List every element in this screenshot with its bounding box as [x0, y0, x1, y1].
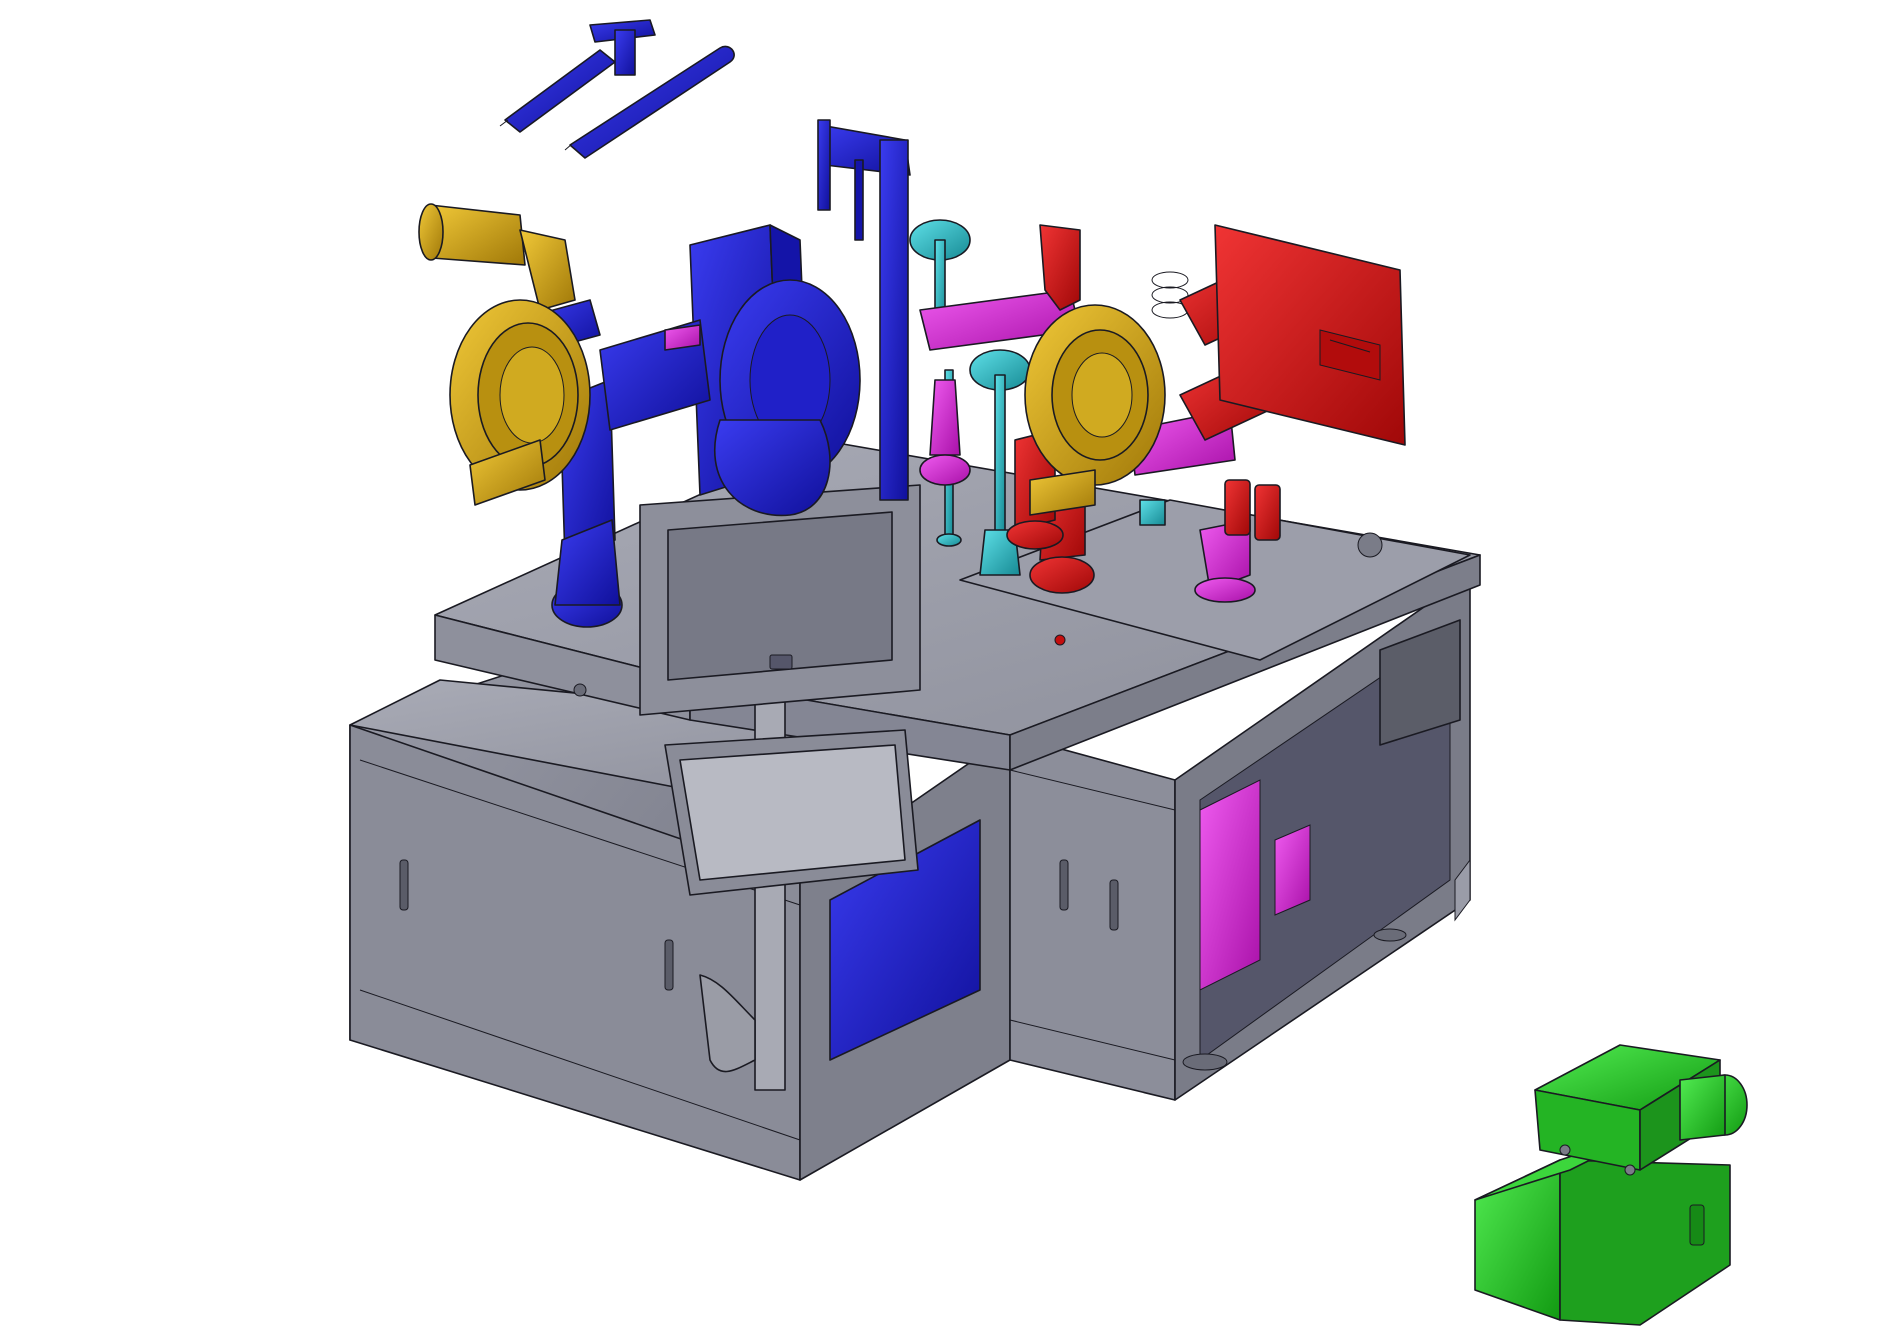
keyboard-panel	[664, 729, 919, 896]
cad-assembly-drawing	[0, 0, 1892, 1336]
assembly-canvas	[349, 19, 1748, 1326]
blue-stylus-tools	[499, 19, 735, 159]
yellow-rotary-head	[418, 203, 591, 506]
green-drive-unit	[1474, 1044, 1748, 1326]
